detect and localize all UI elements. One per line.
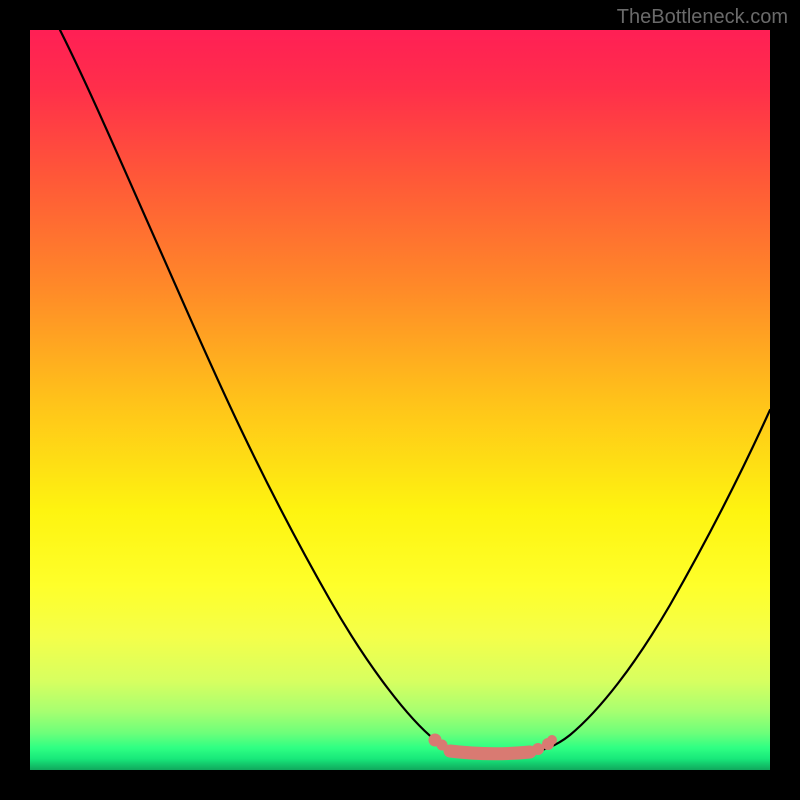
curve-layer: [30, 30, 770, 770]
highlight-group: [429, 734, 558, 756]
highlight-dot: [547, 735, 557, 745]
watermark-text: TheBottleneck.com: [617, 6, 788, 29]
plot-area: [30, 30, 770, 770]
highlight-stroke: [450, 751, 530, 754]
bottleneck-curve: [60, 30, 770, 753]
